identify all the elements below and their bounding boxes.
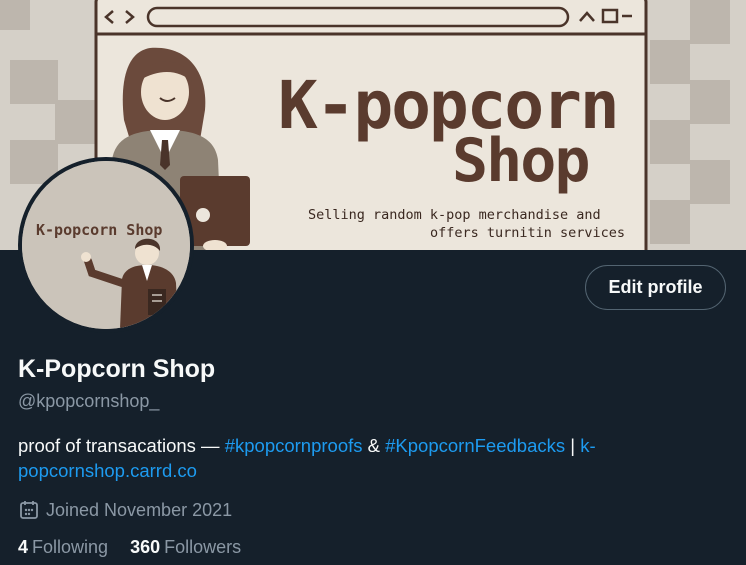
joined-text: Joined November 2021	[46, 499, 233, 520]
profile-name: K-Popcorn Shop	[18, 355, 216, 383]
calendar-icon	[18, 499, 40, 521]
banner-tagline-2: offers turnitin services	[430, 225, 625, 241]
joined-date: Joined November 2021	[18, 497, 232, 523]
hashtag-link-feedbacks[interactable]: #KpopcornFeedbacks	[385, 435, 565, 456]
hashtag-link-proofs[interactable]: #kpopcornproofs	[225, 435, 363, 456]
profile-bio: proof of transacations — #kpopcornproofs…	[18, 433, 718, 483]
profile-handle: @kpopcornshop_	[18, 391, 160, 411]
following-link[interactable]: 4 Following	[18, 537, 108, 558]
profile-stats: 4 Following 360 Followers	[18, 537, 263, 558]
avatar[interactable]: K-popcorn Shop	[22, 161, 190, 329]
bio-text-2: &	[362, 435, 386, 456]
following-label: Following	[32, 537, 109, 557]
avatar-label: K-popcorn Shop	[36, 221, 162, 239]
banner-title-line2: Shop	[452, 126, 589, 196]
followers-label: Followers	[164, 537, 242, 557]
followers-count: 360	[130, 537, 161, 557]
followers-link[interactable]: 360 Followers	[130, 537, 241, 558]
bio-text-3: |	[565, 435, 581, 456]
banner-tagline-1: Selling random k-pop merchandise and	[308, 207, 601, 223]
following-count: 4	[18, 537, 29, 557]
edit-profile-button[interactable]: Edit profile	[585, 265, 726, 310]
avatar-ring: K-popcorn Shop	[18, 157, 194, 333]
bio-text-1: proof of transacations —	[18, 435, 225, 456]
